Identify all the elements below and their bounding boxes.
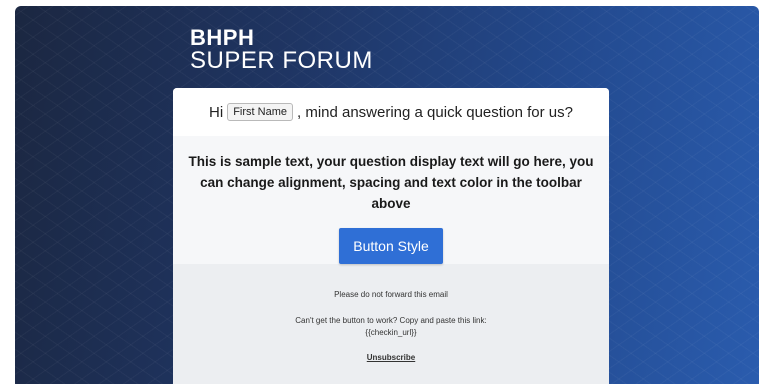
question-section: This is sample text, your question displ…	[173, 136, 609, 264]
first-name-merge-tag[interactable]: First Name	[227, 103, 293, 121]
logo-line-2: SUPER FORUM	[190, 47, 373, 74]
no-forward-notice: Please do not forward this email	[334, 290, 448, 299]
email-footer: Please do not forward this email Can't g…	[173, 264, 609, 384]
greeting-suffix: , mind answering a quick question for us…	[296, 103, 573, 121]
brand-logo: BHPH SUPER FORUM	[190, 27, 373, 73]
email-preview-frame: BHPH SUPER FORUM Hi First Name , mind an…	[15, 6, 759, 384]
greeting-prefix: Hi	[209, 103, 224, 121]
question-text[interactable]: This is sample text, your question displ…	[181, 151, 601, 214]
link-help-text: Can't get the button to work? Copy and p…	[295, 316, 487, 325]
unsubscribe-link[interactable]: Unsubscribe	[367, 353, 415, 362]
button-style-button[interactable]: Button Style	[339, 228, 443, 264]
email-card: Hi First Name , mind answering a quick q…	[173, 88, 609, 384]
logo-line-1: BHPH	[190, 25, 255, 50]
checkin-url-placeholder: {{checkin_url}}	[365, 328, 417, 337]
greeting-row: Hi First Name , mind answering a quick q…	[173, 88, 609, 136]
